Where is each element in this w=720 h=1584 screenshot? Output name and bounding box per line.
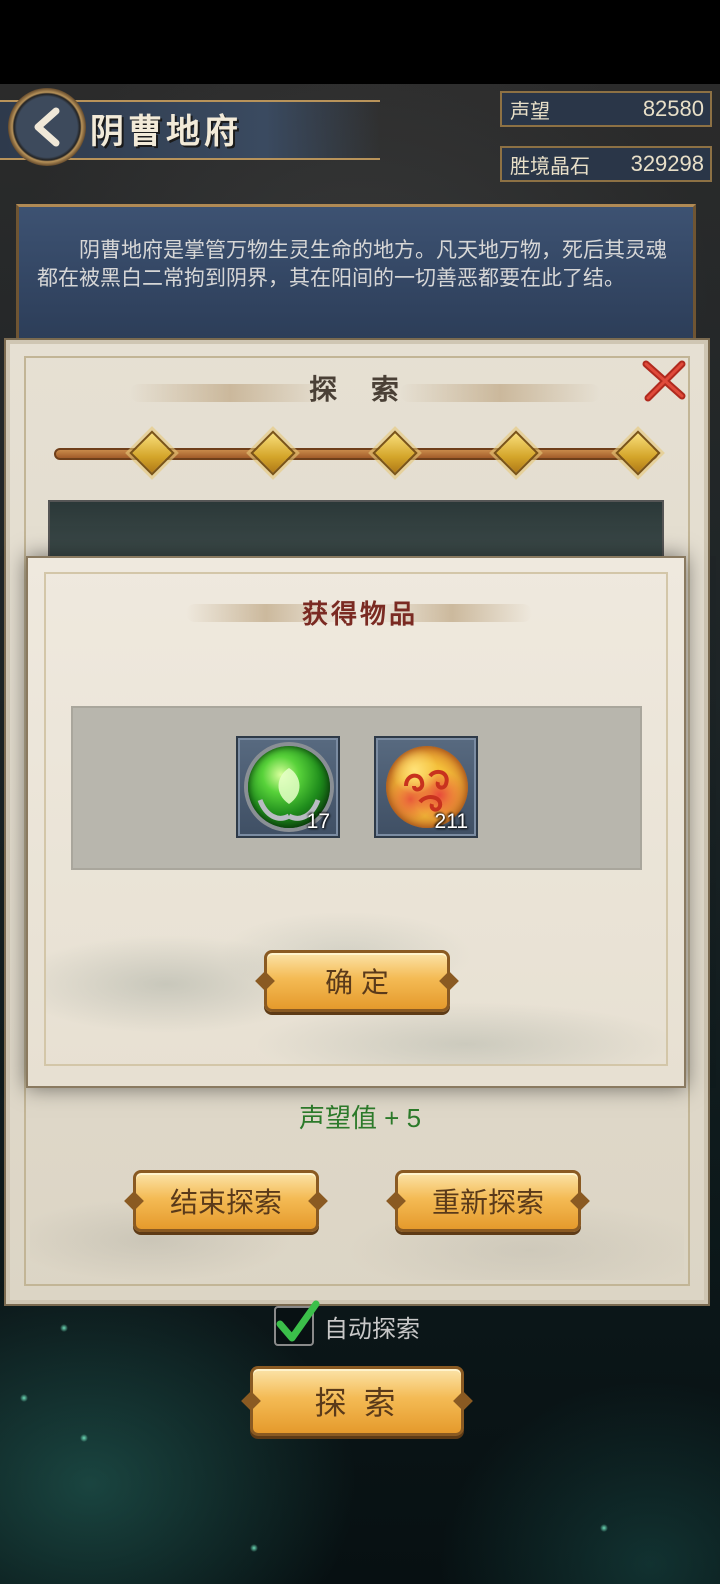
glow-particle	[60, 1324, 68, 1332]
auto-explore-toggle[interactable]: 自动探索	[274, 1300, 420, 1348]
chevron-left-icon	[34, 107, 60, 147]
glow-particle	[600, 1524, 608, 1532]
auto-explore-label: 自动探索	[324, 1315, 420, 1343]
description-box: 阴曹地府是掌管万物生灵生命的地方。凡天地万物，死后其灵魂都在被黑白二常拘到阴界，…	[16, 204, 696, 344]
item-count: 211	[434, 810, 468, 833]
reputation-stat: 声望 82580	[500, 91, 712, 127]
item-slot[interactable]: 17	[236, 736, 340, 838]
end-explore-button[interactable]: 结束探索	[133, 1170, 319, 1232]
crystal-stat: 胜境晶石 329298	[500, 146, 712, 182]
crystal-value: 329298	[630, 151, 704, 176]
explore-button[interactable]: 探 索	[250, 1366, 464, 1436]
popup-title: 获得物品	[301, 600, 418, 630]
reputation-value: 82580	[642, 96, 704, 121]
reputation-label: 声望	[510, 100, 550, 123]
confirm-button[interactable]: 确 定	[264, 950, 450, 1012]
explore-title: 探 索	[309, 373, 411, 406]
glow-particle	[80, 1434, 88, 1442]
auto-explore-checkbox[interactable]	[274, 1300, 320, 1346]
back-button[interactable]	[8, 88, 86, 166]
checkmark-icon	[276, 1300, 320, 1342]
explore-scene-image	[48, 500, 664, 560]
close-button[interactable]	[640, 356, 688, 404]
item-count: 17	[306, 810, 330, 833]
item-slot[interactable]: 211	[374, 736, 478, 838]
glow-particle	[250, 1544, 258, 1552]
restart-explore-button[interactable]: 重新探索	[395, 1170, 581, 1232]
items-area	[71, 706, 642, 870]
close-icon	[642, 360, 686, 402]
page-title: 阴曹地府	[90, 112, 242, 152]
glow-particle	[20, 1394, 28, 1402]
reputation-reward-text: 声望值 + 5	[298, 1103, 422, 1133]
crystal-label: 胜境晶石	[510, 155, 590, 178]
